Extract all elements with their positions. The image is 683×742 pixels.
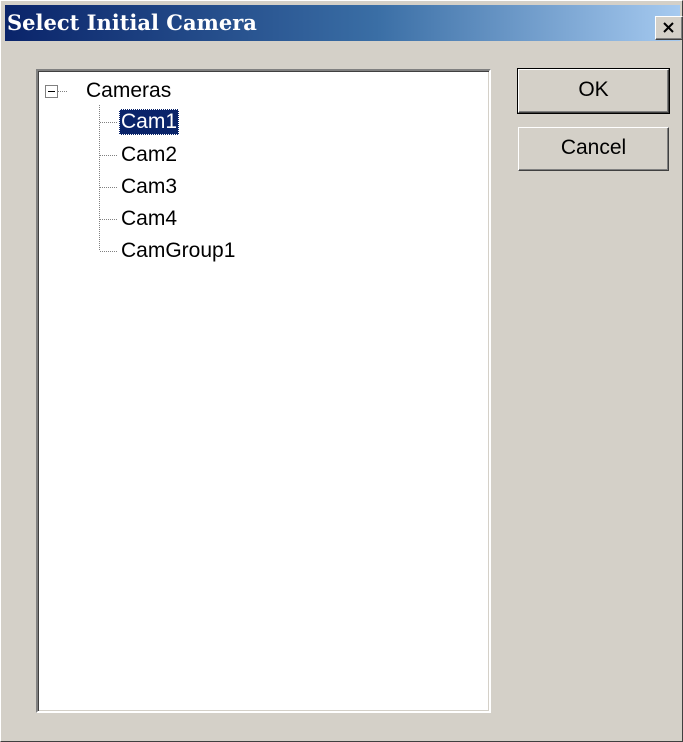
ok-button[interactable]: OK	[517, 68, 670, 114]
tree-item-cam3[interactable]: Cam3	[119, 174, 179, 200]
tree-item-camgroup1[interactable]: CamGroup1	[119, 238, 237, 264]
tree-item-cam2[interactable]: Cam2	[119, 142, 179, 168]
camera-tree-view[interactable]: Cameras Cam1 Cam2 Cam3 Cam4 CamGroup1	[36, 69, 491, 713]
tree-root-cameras[interactable]: Cameras	[84, 78, 173, 104]
tree-item-cam4[interactable]: Cam4	[119, 206, 179, 232]
close-icon	[663, 22, 674, 33]
window-title: Select Initial Camera	[7, 10, 257, 35]
select-initial-camera-dialog: Select Initial Camera Cameras Cam1 Cam2 …	[0, 0, 683, 742]
title-bar[interactable]: Select Initial Camera	[5, 5, 683, 41]
cancel-button[interactable]: Cancel	[518, 127, 669, 171]
close-button[interactable]	[655, 16, 683, 40]
tree-connector-lines	[45, 85, 118, 252]
tree-item-cam1[interactable]: Cam1	[119, 109, 180, 135]
collapse-icon	[45, 85, 58, 98]
